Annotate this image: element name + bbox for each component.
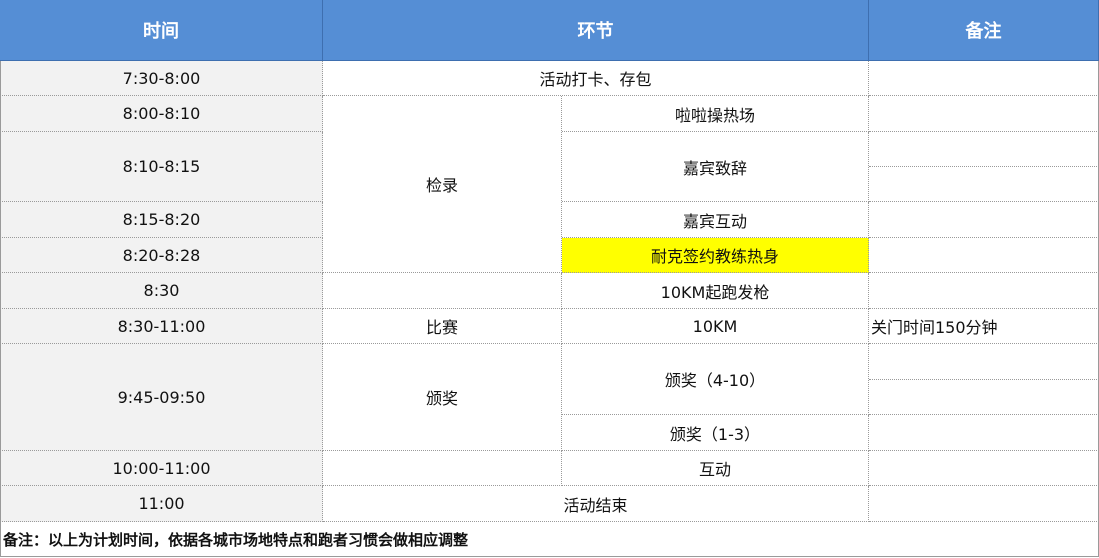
remark-cell — [869, 132, 1099, 167]
remark-cell — [869, 273, 1099, 309]
remark-cell — [869, 96, 1099, 132]
time-cell: 11:00 — [0, 486, 323, 522]
time-cell: 8:15-8:20 — [0, 202, 323, 238]
detail-cell: 颁奖（1-3） — [562, 415, 869, 451]
time-cell: 8:30 — [0, 273, 323, 309]
remark-cell — [869, 380, 1099, 415]
checkin-cell: 检录 — [323, 96, 562, 273]
schedule-table: 时间 环节 备注 7:30-8:00 活动打卡、存包 检录 8:00-8:10 … — [0, 0, 1099, 558]
remark-cell — [869, 202, 1099, 238]
remark-cell — [869, 238, 1099, 273]
time-cell: 8:20-8:28 — [0, 238, 323, 273]
remark-cell — [869, 61, 1099, 96]
detail-cell: 嘉宾致辞 — [562, 132, 869, 202]
time-cell: 7:30-8:00 — [0, 61, 323, 96]
time-cell: 9:45-09:50 — [0, 344, 323, 451]
segment-cell: 活动结束 — [323, 486, 869, 522]
header-time: 时间 — [0, 0, 323, 61]
segment-cell: 活动打卡、存包 — [323, 61, 869, 96]
detail-cell-highlight: 耐克签约教练热身 — [562, 238, 869, 273]
header-remarks: 备注 — [869, 0, 1099, 61]
remark-cell — [869, 415, 1099, 451]
segment-cell — [323, 273, 562, 309]
remark-cell — [869, 451, 1099, 486]
detail-cell: 10KM — [562, 309, 869, 344]
segment-cell: 颁奖 — [323, 344, 562, 451]
remark-cell — [869, 167, 1099, 202]
time-cell: 8:10-8:15 — [0, 132, 323, 202]
remark-cell — [869, 344, 1099, 380]
time-cell: 8:00-8:10 — [0, 96, 323, 132]
footer-note: 备注：以上为计划时间，依据各城市场地特点和跑者习惯会做相应调整 — [0, 522, 1099, 557]
header-segment: 环节 — [323, 0, 869, 61]
detail-cell: 啦啦操热场 — [562, 96, 869, 132]
detail-cell: 互动 — [562, 451, 869, 486]
remark-cell — [869, 486, 1099, 522]
time-cell: 10:00-11:00 — [0, 451, 323, 486]
remark-cell: 关门时间150分钟 — [869, 309, 1099, 344]
detail-cell: 嘉宾互动 — [562, 202, 869, 238]
segment-cell: 比赛 — [323, 309, 562, 344]
detail-cell: 10KM起跑发枪 — [562, 273, 869, 309]
time-cell: 8:30-11:00 — [0, 309, 323, 344]
detail-cell: 颁奖（4-10） — [562, 344, 869, 415]
segment-cell — [323, 451, 562, 486]
